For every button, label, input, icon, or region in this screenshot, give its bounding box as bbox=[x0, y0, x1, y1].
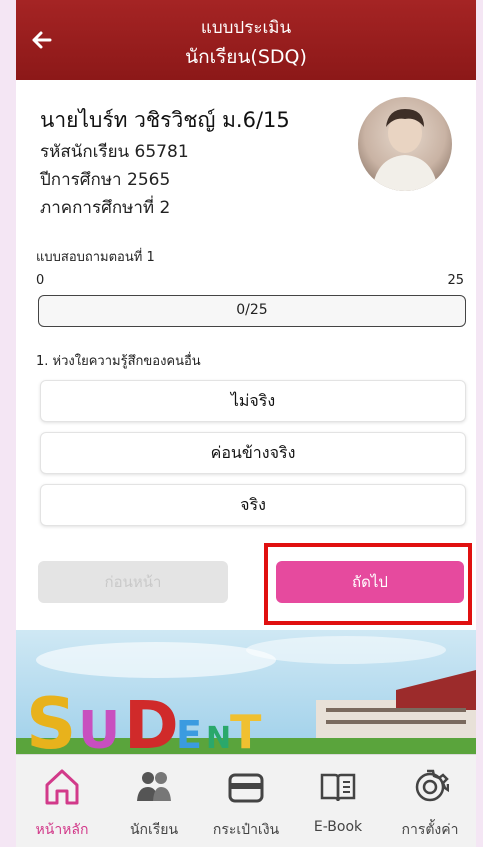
tab-students-label: นักเรียน bbox=[129, 822, 179, 838]
progress-bar: 0/25 bbox=[38, 295, 466, 327]
svg-text:T: T bbox=[230, 705, 262, 754]
answer-option-somewhat-true[interactable]: ค่อนข้างจริง bbox=[40, 432, 466, 474]
tab-settings[interactable]: การตั้งค่า bbox=[384, 755, 476, 847]
svg-text:E: E bbox=[176, 713, 202, 754]
avatar bbox=[358, 97, 452, 191]
svg-text:U: U bbox=[78, 701, 120, 754]
academic-year: ปีการศึกษา 2565 bbox=[40, 170, 171, 190]
previous-button[interactable]: ก่อนหน้า bbox=[38, 561, 228, 603]
book-icon bbox=[320, 773, 356, 802]
svg-text:N: N bbox=[206, 721, 231, 754]
question-text: 1. ห่วงใยความรู้สึกของคนอื่น bbox=[36, 354, 201, 369]
answer-option-not-true[interactable]: ไม่จริง bbox=[40, 380, 466, 422]
tab-students[interactable]: นักเรียน bbox=[108, 755, 200, 847]
student-id: รหัสนักเรียน 65781 bbox=[40, 142, 189, 162]
student-name: นายไบร์ท วชิรวิชญ์ ม.6/15 bbox=[40, 108, 290, 132]
tab-settings-label: การตั้งค่า bbox=[401, 822, 459, 838]
progress-max-label: 25 bbox=[447, 273, 464, 288]
students-icon bbox=[137, 772, 171, 801]
tab-home[interactable]: หน้าหลัก bbox=[16, 755, 108, 847]
app-header: แบบประเมิน นักเรียน(SDQ) bbox=[16, 0, 476, 80]
svg-text:D: D bbox=[124, 687, 179, 754]
progress-text: 0/25 bbox=[236, 302, 268, 318]
tab-ebook-label: E-Book bbox=[313, 819, 363, 835]
gear-icon bbox=[415, 769, 449, 802]
next-button[interactable]: ถัดไป bbox=[276, 561, 464, 603]
progress-min-label: 0 bbox=[36, 273, 45, 288]
wallet-icon bbox=[228, 773, 264, 803]
answer-option-true[interactable]: จริง bbox=[40, 484, 466, 526]
tab-wallet[interactable]: กระเป๋าเงิน bbox=[200, 755, 292, 847]
section-title: แบบสอบถามตอนที่ 1 bbox=[36, 250, 155, 265]
semester: ภาคการศึกษาที่ 2 bbox=[40, 198, 171, 218]
bottom-tab-bar: หน้าหลัก นักเรียน กระเป๋าเงิน E-Book การ… bbox=[16, 754, 476, 847]
app-screen: แบบประเมิน นักเรียน(SDQ) นายไบร์ท วชิรวิ… bbox=[16, 0, 476, 847]
tab-ebook[interactable]: E-Book bbox=[292, 755, 384, 847]
tab-home-label: หน้าหลัก bbox=[35, 822, 89, 838]
home-icon bbox=[45, 769, 79, 805]
tab-wallet-label: กระเป๋าเงิน bbox=[212, 822, 280, 838]
page-title: แบบประเมิน bbox=[200, 18, 292, 38]
svg-text:S: S bbox=[26, 683, 76, 754]
page-subtitle: นักเรียน(SDQ) bbox=[185, 46, 307, 68]
school-banner: S U D E N T bbox=[16, 630, 476, 765]
